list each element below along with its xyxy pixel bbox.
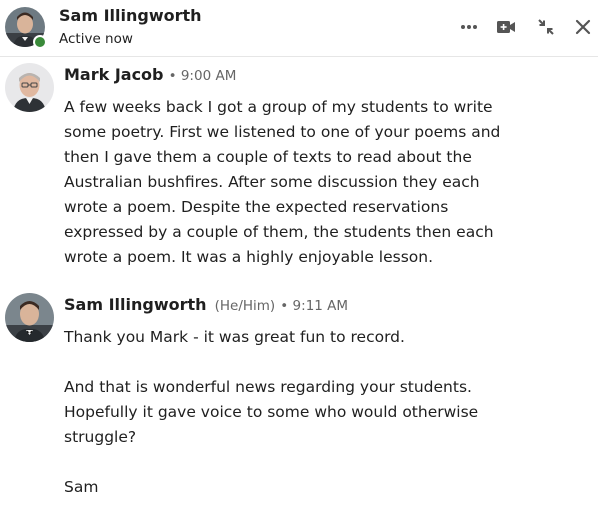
chat-header: Sam Illingworth Active now bbox=[0, 0, 598, 57]
collapse-button[interactable] bbox=[534, 14, 558, 40]
message-header: Mark Jacob • 9:00 AM bbox=[64, 65, 236, 84]
message-author[interactable]: Mark Jacob bbox=[64, 65, 164, 84]
avatar[interactable] bbox=[5, 7, 47, 49]
avatar-image bbox=[5, 293, 54, 342]
message-timestamp: • 9:00 AM bbox=[168, 68, 237, 84]
close-icon bbox=[575, 19, 591, 35]
online-status-indicator bbox=[33, 35, 47, 49]
message-timestamp: • 9:11 AM bbox=[280, 298, 349, 314]
message-body: A few weeks back I got a group of my stu… bbox=[64, 95, 584, 270]
more-options-button[interactable] bbox=[457, 14, 481, 40]
avatar-image bbox=[5, 63, 54, 112]
chat-window: Sam Illingworth Active now Mark Jacob • … bbox=[0, 0, 598, 512]
conversation-title[interactable]: Sam Illingworth bbox=[59, 6, 202, 25]
video-call-button[interactable] bbox=[494, 14, 518, 40]
message-header: Sam Illingworth (He/Him) • 9:11 AM bbox=[64, 295, 348, 314]
avatar[interactable] bbox=[5, 63, 54, 112]
video-call-icon bbox=[497, 21, 515, 33]
more-options-icon bbox=[461, 25, 477, 29]
message-paragraph: And that is wonderful news regarding you… bbox=[64, 378, 479, 446]
message-author[interactable]: Sam Illingworth bbox=[64, 295, 207, 314]
message-paragraph: A few weeks back I got a group of my stu… bbox=[64, 98, 501, 266]
presence-status: Active now bbox=[59, 31, 133, 47]
avatar[interactable] bbox=[5, 293, 54, 342]
message-paragraph: Thank you Mark - it was great fun to rec… bbox=[64, 328, 405, 346]
message-body: Thank you Mark - it was great fun to rec… bbox=[64, 325, 584, 500]
close-button[interactable] bbox=[571, 14, 595, 40]
author-pronouns: (He/Him) bbox=[214, 298, 276, 314]
message-paragraph: Sam bbox=[64, 478, 99, 496]
collapse-icon bbox=[538, 19, 554, 35]
